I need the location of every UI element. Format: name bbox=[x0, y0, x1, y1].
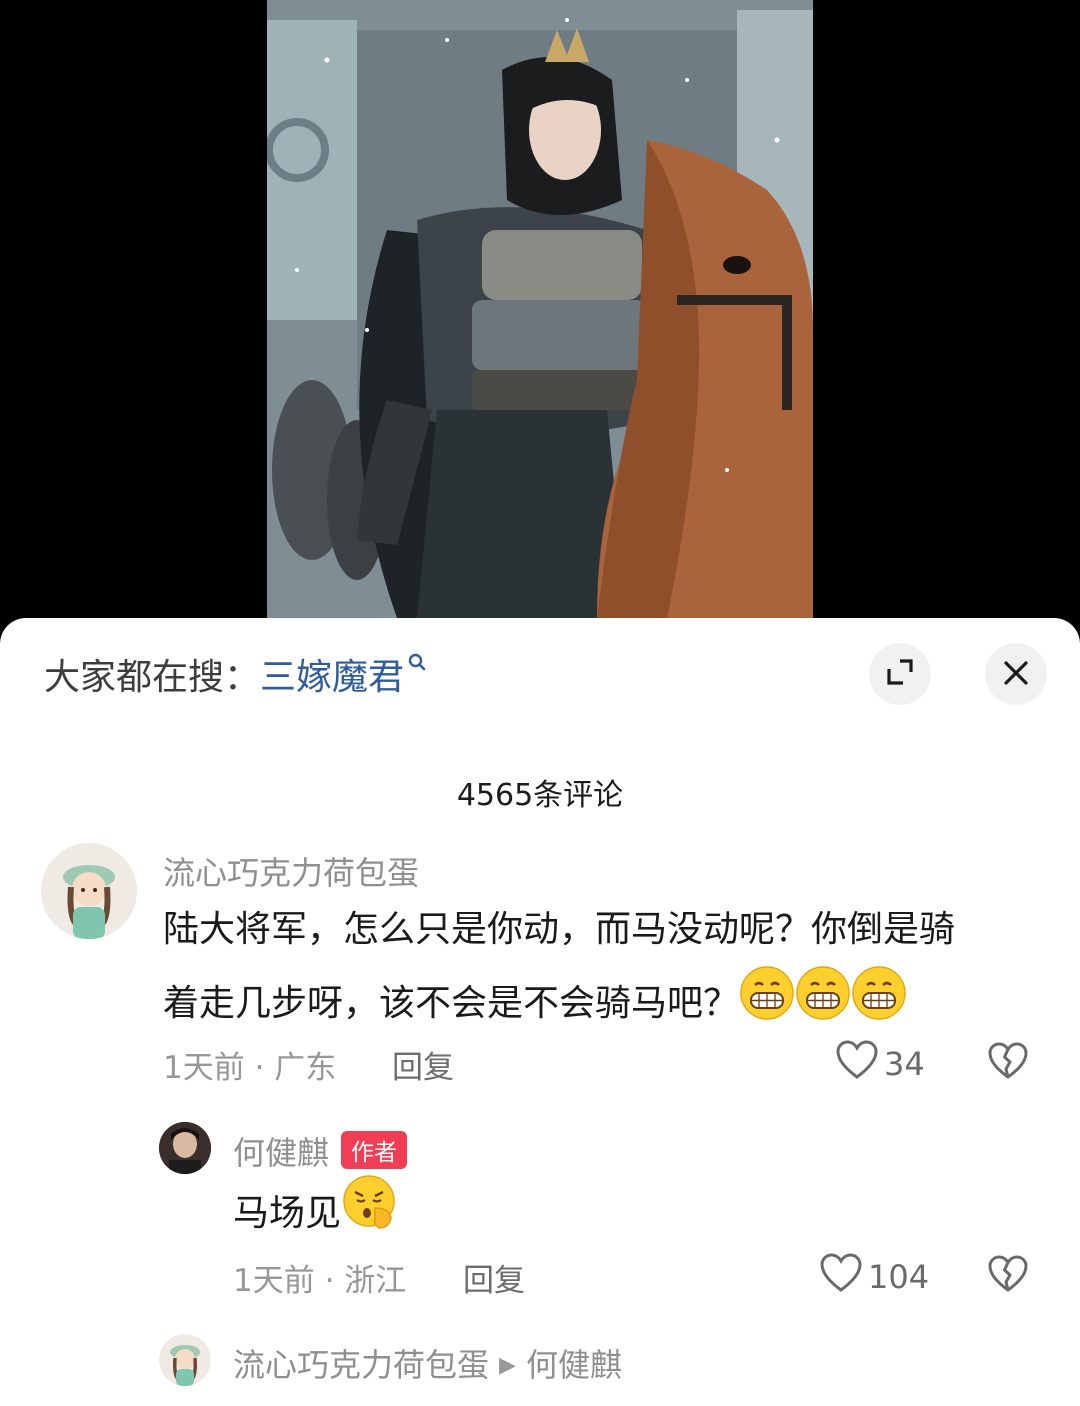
comment-username[interactable]: 流心巧克力荷包蛋 bbox=[163, 848, 419, 894]
reply-time-location: 1天前 · 浙江 bbox=[233, 1263, 407, 1299]
like-count: 34 bbox=[884, 1045, 925, 1083]
reply-text-content: 马场见 bbox=[233, 1193, 342, 1234]
close-button[interactable] bbox=[985, 643, 1047, 705]
grin-emoji bbox=[739, 965, 795, 1045]
video-player[interactable] bbox=[0, 0, 1080, 640]
reply-username[interactable]: 流心巧克力荷包蛋 bbox=[233, 1346, 489, 1384]
reply-button[interactable]: 回复 bbox=[463, 1255, 525, 1300]
comment-count: 4565条评论 bbox=[456, 778, 624, 813]
heart-icon bbox=[836, 1040, 884, 1088]
like-button[interactable]: 34 bbox=[836, 1040, 925, 1088]
grin-emoji bbox=[851, 965, 907, 1045]
avatar[interactable] bbox=[41, 843, 137, 939]
comment-text-line: 着走几步呀，该不会是不会骑马吧？ bbox=[163, 983, 740, 1024]
comment-sheet: 大家都在搜： 三嫁魔君 4565条评论 流心巧克力荷包蛋 陆大将军，怎么只是你动… bbox=[0, 618, 1080, 1406]
reply-username-text[interactable]: 何健麒 bbox=[233, 1134, 329, 1172]
heart-icon bbox=[820, 1253, 868, 1301]
comment-text-line-2: 着走几步呀，该不会是不会骑马吧？ bbox=[163, 965, 955, 1045]
video-frame[interactable] bbox=[267, 0, 813, 618]
shush-emoji bbox=[341, 1174, 399, 1256]
avatar[interactable] bbox=[159, 1122, 211, 1174]
expand-button[interactable] bbox=[869, 643, 931, 705]
reply-button[interactable]: 回复 bbox=[392, 1042, 454, 1087]
dislike-button[interactable] bbox=[988, 1255, 1028, 1297]
close-icon bbox=[1003, 654, 1029, 695]
trending-search-label: 大家都在搜： bbox=[44, 657, 261, 698]
reply-to-username[interactable]: 何健麒 bbox=[526, 1346, 622, 1384]
expand-icon bbox=[885, 657, 915, 691]
dislike-button[interactable] bbox=[988, 1042, 1028, 1084]
avatar[interactable] bbox=[159, 1334, 211, 1386]
reply-text: 马场见 bbox=[233, 1174, 399, 1256]
trending-search-term[interactable]: 三嫁魔君 bbox=[260, 648, 404, 700]
search-icon[interactable] bbox=[408, 652, 426, 677]
comment-time-location: 1天前 · 广东 bbox=[163, 1050, 337, 1086]
broken-heart-icon bbox=[988, 1255, 1028, 1297]
trending-search[interactable]: 大家都在搜： 三嫁魔君 bbox=[44, 648, 426, 700]
like-button[interactable]: 104 bbox=[820, 1253, 929, 1301]
reply-username: 何健麒 作者 bbox=[233, 1128, 408, 1174]
reply-header: 流心巧克力荷包蛋 ▶ 何健麒 bbox=[233, 1340, 622, 1386]
like-count: 104 bbox=[868, 1258, 930, 1296]
author-badge: 作者 bbox=[341, 1131, 408, 1169]
video-still-general-on-horse bbox=[267, 0, 813, 618]
comment-text-line: 陆大将军，怎么只是你动，而马没动呢？你倒是骑 bbox=[163, 909, 956, 950]
reply-arrow-icon: ▶ bbox=[499, 1353, 516, 1378]
grin-emoji bbox=[795, 965, 851, 1045]
broken-heart-icon bbox=[988, 1042, 1028, 1084]
comment-text: 陆大将军，怎么只是你动，而马没动呢？你倒是骑 着走几步呀，该不会是不会骑马吧？ bbox=[163, 895, 955, 1045]
